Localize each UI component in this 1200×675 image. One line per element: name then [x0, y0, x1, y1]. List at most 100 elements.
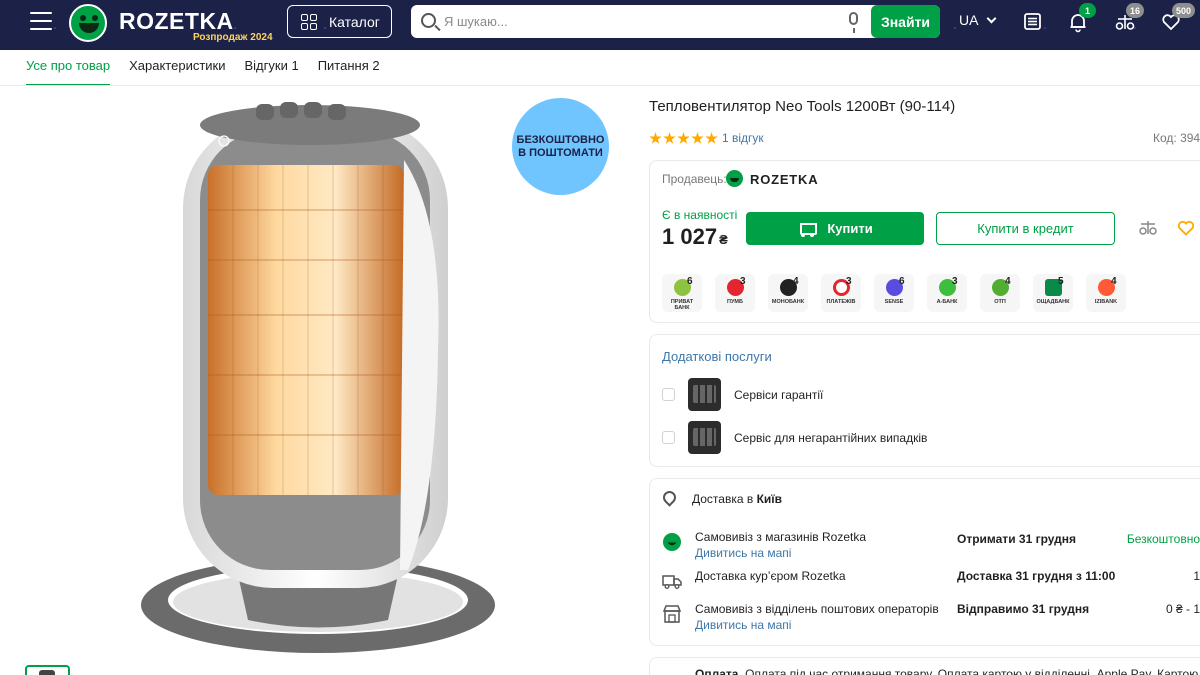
bank-abank[interactable]: 3 А-БАНК	[927, 274, 967, 312]
bank-name: МОНОБАНК	[771, 299, 805, 305]
microphone-icon[interactable]	[849, 12, 858, 33]
logo-icon[interactable]	[69, 4, 107, 42]
delivery-price: Безкоштовно	[1126, 532, 1200, 546]
non-warranty-checkbox[interactable]	[662, 431, 675, 444]
product-image[interactable]	[138, 100, 498, 660]
delivery-option-pickup: Самовивіз з магазинів Rozetka Дивитись н…	[662, 530, 1200, 562]
price-value: 1 027	[662, 224, 718, 249]
availability-status: Є в наявності	[662, 208, 738, 222]
delivery-date: Отримати 31 грудня	[957, 532, 1076, 546]
catalog-button[interactable]: Каталог	[287, 5, 392, 38]
buy-on-credit-button[interactable]: Купити в кредит	[936, 212, 1115, 245]
delivery-option-courier: Доставка кур’єром Rozetka Доставка 31 гр…	[662, 569, 1200, 591]
truck-icon	[662, 571, 682, 591]
orders-icon[interactable]	[1022, 11, 1044, 33]
view-map-link[interactable]: Дивитись на мапі	[695, 618, 791, 632]
search-button[interactable]: Знайти	[871, 5, 940, 38]
payment-info: Оплата. Оплата під час отримання товару,…	[695, 667, 1198, 675]
wishlist-icon[interactable]: 500	[1160, 3, 1196, 33]
catalog-label: Каталог	[329, 13, 380, 30]
bank-sense[interactable]: 6 SENSE	[874, 274, 914, 312]
bank-payments[interactable]: 3 ПЛАТЕЖІВ	[821, 274, 861, 312]
tab-questions[interactable]: Питання 2	[318, 58, 380, 86]
bank-count: 6	[687, 276, 693, 287]
delivery-option-name: Самовивіз з магазинів Rozetka	[695, 530, 866, 544]
bank-izibank[interactable]: 4 IZIBANK	[1086, 274, 1126, 312]
bank-name: SENSE	[884, 299, 904, 305]
tab-characteristics[interactable]: Характеристики	[129, 58, 225, 86]
bank-name: ПРИВАТ БАНК	[670, 299, 694, 311]
rating-stars	[649, 132, 718, 145]
bank-oschadbank[interactable]: 5 ОЩАДБАНК	[1033, 274, 1073, 312]
service-image	[688, 421, 721, 454]
bank-count: 3	[952, 276, 958, 287]
bank-name: ОЩАДБАНК	[1036, 299, 1070, 305]
currency: ₴	[719, 232, 728, 247]
wishlist-badge: 500	[1172, 3, 1196, 18]
service-non-warranty[interactable]: Сервіс для негарантійних випадків	[662, 421, 927, 454]
bank-name: ПЛАТЕЖІВ	[826, 299, 856, 305]
service-image	[688, 378, 721, 411]
delivery-option-name: Доставка кур’єром Rozetka	[695, 569, 846, 583]
delivery-price: 1	[1193, 569, 1200, 583]
chevron-down-icon	[987, 13, 997, 24]
warranty-checkbox[interactable]	[662, 388, 675, 401]
seller-logo-icon	[726, 170, 743, 187]
location-pin-icon	[663, 491, 675, 507]
delivery-label: Доставка в	[692, 492, 754, 506]
heart-icon[interactable]	[1177, 219, 1195, 237]
promo-badge: БЕЗКОШТОВНО В ПОШТОМАТИ	[512, 98, 609, 195]
thumbnail-image[interactable]	[25, 665, 70, 675]
rozetka-store-icon	[662, 532, 682, 552]
service-label: Сервіс для негарантійних випадків	[734, 430, 928, 445]
payment-methods: Оплата під час отримання товару, Оплата …	[745, 667, 1199, 675]
menu-icon[interactable]	[30, 12, 52, 30]
delivery-date: Доставка 31 грудня з 11:00	[957, 569, 1116, 583]
bank-otp[interactable]: 4 ОТП	[980, 274, 1020, 312]
reviews-link[interactable]: 1 відгук	[722, 131, 764, 145]
service-warranty[interactable]: Сервіси гарантії	[662, 378, 823, 411]
delivery-location[interactable]: Доставка в Київ	[663, 491, 782, 507]
compare-icon[interactable]: 16	[1114, 3, 1145, 33]
bell-icon[interactable]: 1	[1067, 3, 1096, 33]
bank-count: 6	[899, 276, 905, 287]
bank-monobank[interactable]: 4 МОНОБАНК	[768, 274, 808, 312]
bank-name: IZIBANK	[1094, 299, 1118, 305]
star-icon	[691, 132, 704, 144]
grid-icon	[301, 13, 317, 30]
post-office-icon	[662, 604, 682, 624]
tab-reviews[interactable]: Відгуки 1	[245, 58, 299, 86]
bank-count: 3	[740, 276, 746, 287]
bank-name: А-БАНК	[936, 299, 958, 305]
buy-button[interactable]: Купити	[746, 212, 924, 245]
star-icon	[705, 132, 718, 144]
search-input[interactable]	[444, 11, 834, 32]
search-bar: Знайти	[411, 5, 940, 38]
tabs-divider	[0, 85, 1200, 86]
delivery-price: 0 ₴ - 1	[1165, 602, 1200, 616]
compare-badge: 16	[1126, 3, 1145, 18]
seller-name[interactable]: ROZETKA	[750, 172, 818, 187]
site-header: ROZETKA Розпродаж 2024 Каталог Знайти UA…	[0, 0, 1200, 50]
bank-pumb[interactable]: 3 ПУМБ	[715, 274, 755, 312]
bank-count: 4	[1111, 276, 1117, 287]
product-title: Тепловентилятор Neo Tools 1200Вт (90-114…	[649, 98, 956, 115]
bank-count: 3	[846, 276, 852, 287]
services-title: Додаткові послуги	[662, 349, 772, 364]
price: 1 027 ₴	[662, 224, 728, 250]
logo-text[interactable]: ROZETKA	[119, 8, 234, 35]
delivery-option-name: Самовивіз з відділень поштових операторі…	[695, 602, 939, 616]
bank-count: 5	[1058, 276, 1064, 287]
compare-product-icon[interactable]	[1138, 218, 1158, 238]
language-selector[interactable]: UA	[959, 12, 997, 28]
bank-privatbank[interactable]: 6 ПРИВАТ БАНК	[662, 274, 702, 312]
delivery-option-post: Самовивіз з відділень поштових операторі…	[662, 602, 1200, 634]
logo-subtitle: Розпродаж 2024	[193, 32, 273, 43]
bank-name: ОТП	[994, 299, 1006, 305]
view-map-link[interactable]: Дивитись на мапі	[695, 546, 791, 560]
tab-all-about[interactable]: Усе про товар	[26, 58, 111, 86]
bank-name: ПУМБ	[727, 299, 743, 305]
product-tabs: Усе про товар Характеристики Відгуки 1 П…	[26, 58, 399, 86]
cart-icon	[797, 221, 818, 237]
language-label: UA	[959, 12, 979, 28]
